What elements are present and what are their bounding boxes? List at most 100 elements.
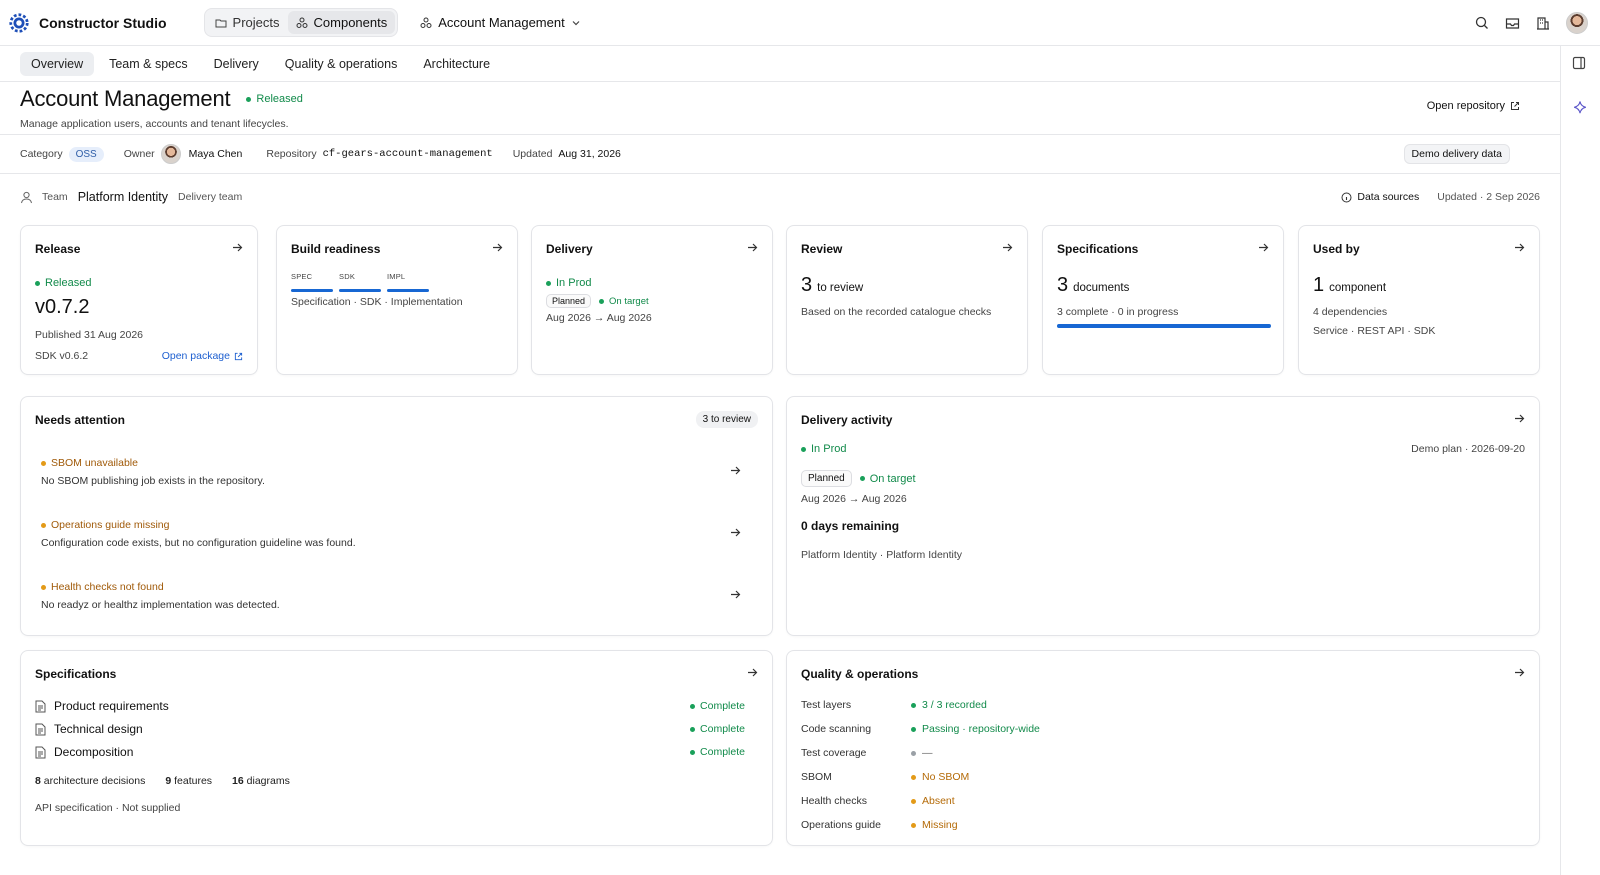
project-switcher[interactable]: Account Management bbox=[420, 15, 580, 30]
on-target-status: On target bbox=[859, 472, 916, 485]
building-icon[interactable] bbox=[1536, 16, 1550, 30]
review-card[interactable]: Review 3 to review Based on the recorded… bbox=[786, 225, 1028, 375]
needs-attention-card: Needs attention 3 to review SBOM unavail… bbox=[20, 396, 773, 636]
release-status: Released bbox=[35, 277, 91, 289]
open-repository-label: Open repository bbox=[1426, 100, 1505, 112]
open-repository-link[interactable]: Open repository bbox=[1427, 100, 1520, 112]
release-card[interactable]: Release Released v0.7.2 Published 31 Aug… bbox=[20, 225, 258, 375]
attention-item-desc: No readyz or healthz implementation was … bbox=[41, 599, 280, 611]
team-row: Team Platform Identity Delivery team Dat… bbox=[20, 190, 1540, 204]
ai-sparkle-icon[interactable] bbox=[1572, 100, 1588, 116]
page-title: Account Management bbox=[20, 86, 231, 111]
delivery-card-title: Delivery bbox=[546, 242, 593, 256]
arrow-right-icon[interactable] bbox=[747, 667, 758, 678]
attention-item[interactable]: Health checks not found No readyz or hea… bbox=[41, 581, 741, 611]
owner-name[interactable]: Maya Chen bbox=[189, 148, 243, 160]
attention-item[interactable]: SBOM unavailable No SBOM publishing job … bbox=[41, 457, 741, 487]
build-impl: IMPL bbox=[387, 272, 429, 295]
team-name[interactable]: Platform Identity bbox=[78, 190, 168, 204]
delivery-activity-card[interactable]: Delivery activity In Prod Demo plan · 20… bbox=[786, 396, 1540, 636]
on-target-label: On target bbox=[869, 472, 916, 485]
build-readiness-card[interactable]: Build readiness SPEC SDK IMPL Specificat… bbox=[276, 225, 518, 375]
spec-doc-row[interactable]: Product requirements Complete bbox=[35, 699, 745, 713]
arrow-right-icon[interactable] bbox=[747, 242, 758, 253]
meta-row: Category OSS Owner Maya Chen Repository … bbox=[0, 134, 1560, 174]
specifications-title: Specifications bbox=[35, 667, 117, 681]
components-icon bbox=[420, 17, 432, 29]
activity-teams: Platform Identity · Platform Identity bbox=[801, 549, 963, 561]
activity-title: Delivery activity bbox=[801, 413, 893, 427]
planned-chip: Planned bbox=[546, 294, 592, 308]
quality-key: SBOM bbox=[801, 771, 832, 783]
nav-components[interactable]: Components bbox=[287, 11, 396, 34]
used-by-card[interactable]: Used by 1 component 4 dependencies Servi… bbox=[1298, 225, 1540, 375]
specifications-card[interactable]: Specifications 3 documents 3 complete · … bbox=[1042, 225, 1284, 375]
usedby-types: Service · REST API · SDK bbox=[1313, 325, 1436, 337]
spec-doc-row[interactable]: Technical design Complete bbox=[35, 722, 745, 736]
arrow-right-icon[interactable] bbox=[1514, 242, 1525, 253]
top-actions bbox=[1475, 11, 1588, 34]
spec-doc-status: Complete bbox=[700, 723, 745, 735]
nav-components-label: Components bbox=[313, 15, 388, 30]
arrow-right-icon[interactable] bbox=[730, 465, 741, 476]
delivery-card[interactable]: Delivery In Prod Planned On target Aug 2… bbox=[531, 225, 773, 375]
user-avatar[interactable] bbox=[1566, 11, 1588, 34]
spec-doc-row[interactable]: Decomposition Complete bbox=[35, 745, 745, 759]
project-switcher-label: Account Management bbox=[438, 15, 565, 30]
inbox-icon[interactable] bbox=[1505, 16, 1520, 30]
spec-stat: 8 architecture decisions bbox=[35, 775, 145, 787]
tab-architecture[interactable]: Architecture bbox=[412, 52, 501, 76]
build-sdk: SDK bbox=[339, 272, 381, 295]
specifications-panel[interactable]: Specifications Product requirements Comp… bbox=[20, 650, 773, 846]
category-pill: OSS bbox=[68, 146, 104, 162]
tab-team-specs[interactable]: Team & specs bbox=[98, 52, 199, 76]
release-sdk: SDK v0.6.2 bbox=[35, 350, 89, 362]
document-icon bbox=[35, 746, 46, 759]
activity-status: In Prod bbox=[801, 443, 846, 455]
usedby-count-label: component bbox=[1329, 282, 1387, 294]
owner-label: Owner bbox=[123, 148, 155, 160]
arrow-right-icon[interactable] bbox=[492, 242, 503, 253]
arrow-right-icon[interactable] bbox=[1258, 242, 1269, 253]
brand[interactable]: Constructor Studio bbox=[8, 12, 167, 34]
open-package-link[interactable]: Open package bbox=[162, 350, 243, 362]
panel-toggle-icon[interactable] bbox=[1572, 56, 1586, 70]
tab-quality-operations[interactable]: Quality & operations bbox=[274, 52, 409, 76]
spec-doc-status: Complete bbox=[700, 746, 745, 758]
data-sources-button[interactable]: Data sources bbox=[1341, 191, 1419, 203]
arrow-right-icon[interactable] bbox=[730, 527, 741, 538]
review-count: 3 bbox=[801, 274, 813, 296]
quality-operations-panel[interactable]: Quality & operations Test layers 3 / 3 re… bbox=[786, 650, 1540, 846]
quality-value: Absent bbox=[922, 795, 955, 807]
arrow-right-icon[interactable] bbox=[1514, 667, 1525, 678]
tab-overview[interactable]: Overview bbox=[20, 51, 95, 76]
quality-key: Test coverage bbox=[801, 747, 867, 759]
spec-stat-label: architecture decisions bbox=[43, 775, 146, 787]
folder-icon bbox=[215, 17, 227, 29]
tab-delivery[interactable]: Delivery bbox=[203, 52, 270, 76]
spec-doc-name: Product requirements bbox=[54, 699, 169, 713]
arrow-right-icon[interactable] bbox=[730, 589, 741, 600]
planned-chip: Planned bbox=[801, 470, 852, 487]
delivery-status: In Prod bbox=[546, 277, 591, 289]
search-icon[interactable] bbox=[1475, 16, 1489, 30]
arrow-right-icon[interactable] bbox=[232, 242, 243, 253]
spec-stat-number: 9 bbox=[165, 775, 172, 787]
attention-item[interactable]: Operations guide missing Configuration c… bbox=[41, 519, 741, 549]
quality-row: Test layers 3 / 3 recorded bbox=[801, 699, 987, 711]
chevron-down-icon bbox=[571, 18, 581, 28]
spec-stat: 9 features bbox=[165, 775, 212, 787]
build-impl-bar bbox=[387, 289, 429, 292]
repository-label: Repository bbox=[266, 148, 317, 160]
quality-value: 3 / 3 recorded bbox=[922, 699, 987, 711]
build-card-title: Build readiness bbox=[291, 242, 381, 256]
spec-doc-name: Decomposition bbox=[54, 745, 134, 759]
build-spec-label: SPEC bbox=[291, 272, 313, 281]
quality-value: Missing bbox=[922, 819, 958, 831]
nav-projects[interactable]: Projects bbox=[207, 11, 288, 34]
arrow-right-icon[interactable] bbox=[1514, 413, 1525, 424]
usedby-card-title: Used by bbox=[1313, 242, 1360, 256]
review-desc: Based on the recorded catalogue checks bbox=[801, 306, 992, 318]
arrow-right-icon[interactable] bbox=[1002, 242, 1013, 253]
info-icon bbox=[1341, 192, 1352, 203]
